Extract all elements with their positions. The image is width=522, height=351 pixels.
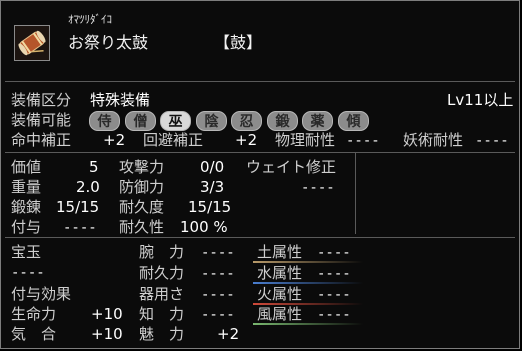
earth-label: 土属性 xyxy=(257,243,303,261)
divider xyxy=(5,152,515,153)
int-value: ---- xyxy=(201,307,235,323)
life-value: +10 xyxy=(91,305,123,323)
arm-value: ---- xyxy=(201,245,235,261)
charm-label: 魅 力 xyxy=(139,325,185,343)
water-underline xyxy=(253,282,363,284)
class-badge: 鍛 xyxy=(267,111,298,131)
hit-label: 命中補正 xyxy=(11,131,72,149)
water-label: 水属性 xyxy=(257,264,303,282)
class-badge: 僧 xyxy=(125,111,156,131)
price-label: 価値 xyxy=(11,158,42,176)
int-label: 知 力 xyxy=(139,305,185,323)
weight-fix-label: ウェイト修正 xyxy=(246,158,337,176)
attack-label: 攻撃力 xyxy=(119,158,165,176)
weight-value: 2.0 xyxy=(76,178,100,196)
category-value: 特殊装備 xyxy=(90,91,151,109)
divider xyxy=(5,81,515,82)
fire-value: ---- xyxy=(317,287,351,303)
wind-label: 風属性 xyxy=(257,305,303,323)
class-badge: 傾 xyxy=(338,111,369,131)
fire-label: 火属性 xyxy=(257,285,303,303)
wind-value: ---- xyxy=(317,307,351,323)
evade-label: 回避補正 xyxy=(143,131,204,149)
weight-label: 重量 xyxy=(11,178,42,196)
wind-underline xyxy=(253,323,363,325)
charm-value: +2 xyxy=(217,325,240,343)
item-reading: ｵﾏﾂﾘﾀﾞｲｺ xyxy=(68,13,112,26)
class-badge: 薬 xyxy=(302,111,333,131)
equip-possible-label: 装備可能 xyxy=(11,111,72,129)
gem-label: 宝玉 xyxy=(11,243,42,261)
durability-label: 耐久度 xyxy=(119,198,165,216)
magic-res-label: 妖術耐性 xyxy=(403,131,464,149)
forge-value: 15/15 xyxy=(56,198,100,216)
spirit-value: +10 xyxy=(91,325,123,343)
earth-underline xyxy=(253,261,363,263)
attack-value: 0/0 xyxy=(200,158,225,176)
arm-label: 腕 力 xyxy=(139,243,185,261)
dex-label: 器用さ xyxy=(139,285,185,303)
price-value: 5 xyxy=(89,158,99,176)
category-label: 装備区分 xyxy=(11,91,72,109)
earth-value: ---- xyxy=(317,245,351,261)
phys-res-value: ---- xyxy=(346,133,380,149)
weight-fix-value: ---- xyxy=(301,180,335,196)
evade-value: +2 xyxy=(235,131,258,149)
phys-res-label: 物理耐性 xyxy=(275,131,336,149)
level-requirement: Lv11以上 xyxy=(447,91,514,109)
enchant-label: 付与 xyxy=(11,218,42,236)
endure-value: ---- xyxy=(201,266,235,282)
item-tooltip: ｵﾏﾂﾘﾀﾞｲｺ お祭り太鼓 【鼓】 装備区分 特殊装備 Lv11以上 装備可能… xyxy=(0,0,520,349)
durability-value: 15/15 xyxy=(188,198,232,216)
class-badge: 巫 xyxy=(160,111,191,131)
endurance-label: 耐久性 xyxy=(119,218,165,236)
enchant-value: ---- xyxy=(63,220,97,236)
forge-label: 鍛錬 xyxy=(11,198,42,216)
dex-value: ---- xyxy=(201,287,235,303)
vertical-divider xyxy=(355,152,356,234)
water-value: ---- xyxy=(317,266,351,282)
class-badge: 陰 xyxy=(196,111,227,131)
drum-icon xyxy=(15,26,49,60)
life-label: 生命力 xyxy=(11,305,57,323)
divider xyxy=(5,237,515,238)
spirit-label: 気 合 xyxy=(11,325,57,343)
defense-label: 防御力 xyxy=(119,178,165,196)
endurance-value: 100 % xyxy=(180,218,228,236)
class-badge: 侍 xyxy=(89,111,120,131)
gem-value: ---- xyxy=(11,265,45,281)
item-icon-frame xyxy=(14,25,50,61)
magic-res-value: ---- xyxy=(475,133,509,149)
effect-label: 付与効果 xyxy=(11,285,72,303)
class-badge: 忍 xyxy=(231,111,262,131)
defense-value: 3/3 xyxy=(200,178,225,196)
item-type: 【鼓】 xyxy=(214,33,263,52)
endure-label: 耐久力 xyxy=(139,264,185,282)
item-name: お祭り太鼓 xyxy=(68,33,149,52)
hit-value: +2 xyxy=(103,131,126,149)
